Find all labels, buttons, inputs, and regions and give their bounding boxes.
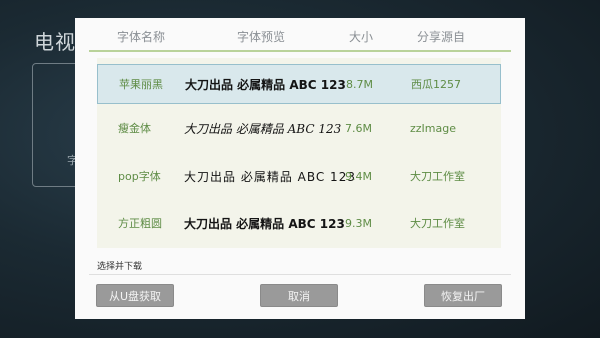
footer-divider	[89, 274, 511, 275]
font-list: 苹果丽黑 大刀出品 必属精品 ABC 123 8.7M 西瓜1257 瘦金体 大…	[97, 58, 501, 248]
cancel-button[interactable]: 取消	[260, 284, 338, 307]
font-name: 苹果丽黑	[119, 78, 163, 91]
font-name: pop字体	[118, 170, 161, 183]
table-header: 字体名称 字体预览 大小 分享源自	[89, 18, 511, 52]
font-row-pingguo-lihei[interactable]: 苹果丽黑 大刀出品 必属精品 ABC 123 8.7M 西瓜1257	[97, 64, 501, 104]
font-source: zzImage	[410, 122, 456, 135]
font-dialog: 字体名称 字体预览 大小 分享源自 苹果丽黑 大刀出品 必属精品 ABC 123…	[75, 18, 525, 319]
font-preview: 大刀出品 必属精品 ABC 123	[185, 78, 346, 92]
font-name: 瘦金体	[118, 122, 151, 135]
font-size: 9.4M	[345, 170, 372, 183]
font-size: 7.6M	[345, 122, 372, 135]
font-row-pop[interactable]: pop字体 大刀出品 必属精品 ABC 123 9.4M 大刀工作室	[97, 157, 501, 197]
header-source: 分享源自	[417, 30, 466, 44]
font-name: 方正粗圆	[118, 217, 162, 230]
font-source: 西瓜1257	[411, 78, 461, 91]
header-size: 大小	[349, 30, 374, 44]
font-source: 大刀工作室	[410, 217, 465, 230]
font-size: 8.7M	[346, 78, 373, 91]
font-row-fangzheng-cuyuan[interactable]: 方正粗圆 大刀出品 必属精品 ABC 123 9.3M 大刀工作室	[97, 204, 501, 244]
font-source: 大刀工作室	[410, 170, 465, 183]
font-preview: 大刀出品 必属精品 ABC 123	[184, 217, 345, 231]
background-title: 电视	[34, 30, 76, 54]
font-preview: 大刀出品 必属精品 ABC 123	[184, 122, 342, 136]
header-font-preview: 字体预览	[237, 30, 286, 44]
font-preview: 大刀出品 必属精品 ABC 123	[184, 170, 356, 184]
restore-defaults-button[interactable]: 恢复出厂	[424, 284, 502, 307]
from-usb-button[interactable]: 从U盘获取	[96, 284, 174, 307]
select-download-hint: 选择并下载	[97, 262, 143, 272]
font-row-shoujin[interactable]: 瘦金体 大刀出品 必属精品 ABC 123 7.6M zzImage	[97, 109, 501, 149]
font-size: 9.3M	[345, 217, 372, 230]
header-font-name: 字体名称	[117, 30, 166, 44]
